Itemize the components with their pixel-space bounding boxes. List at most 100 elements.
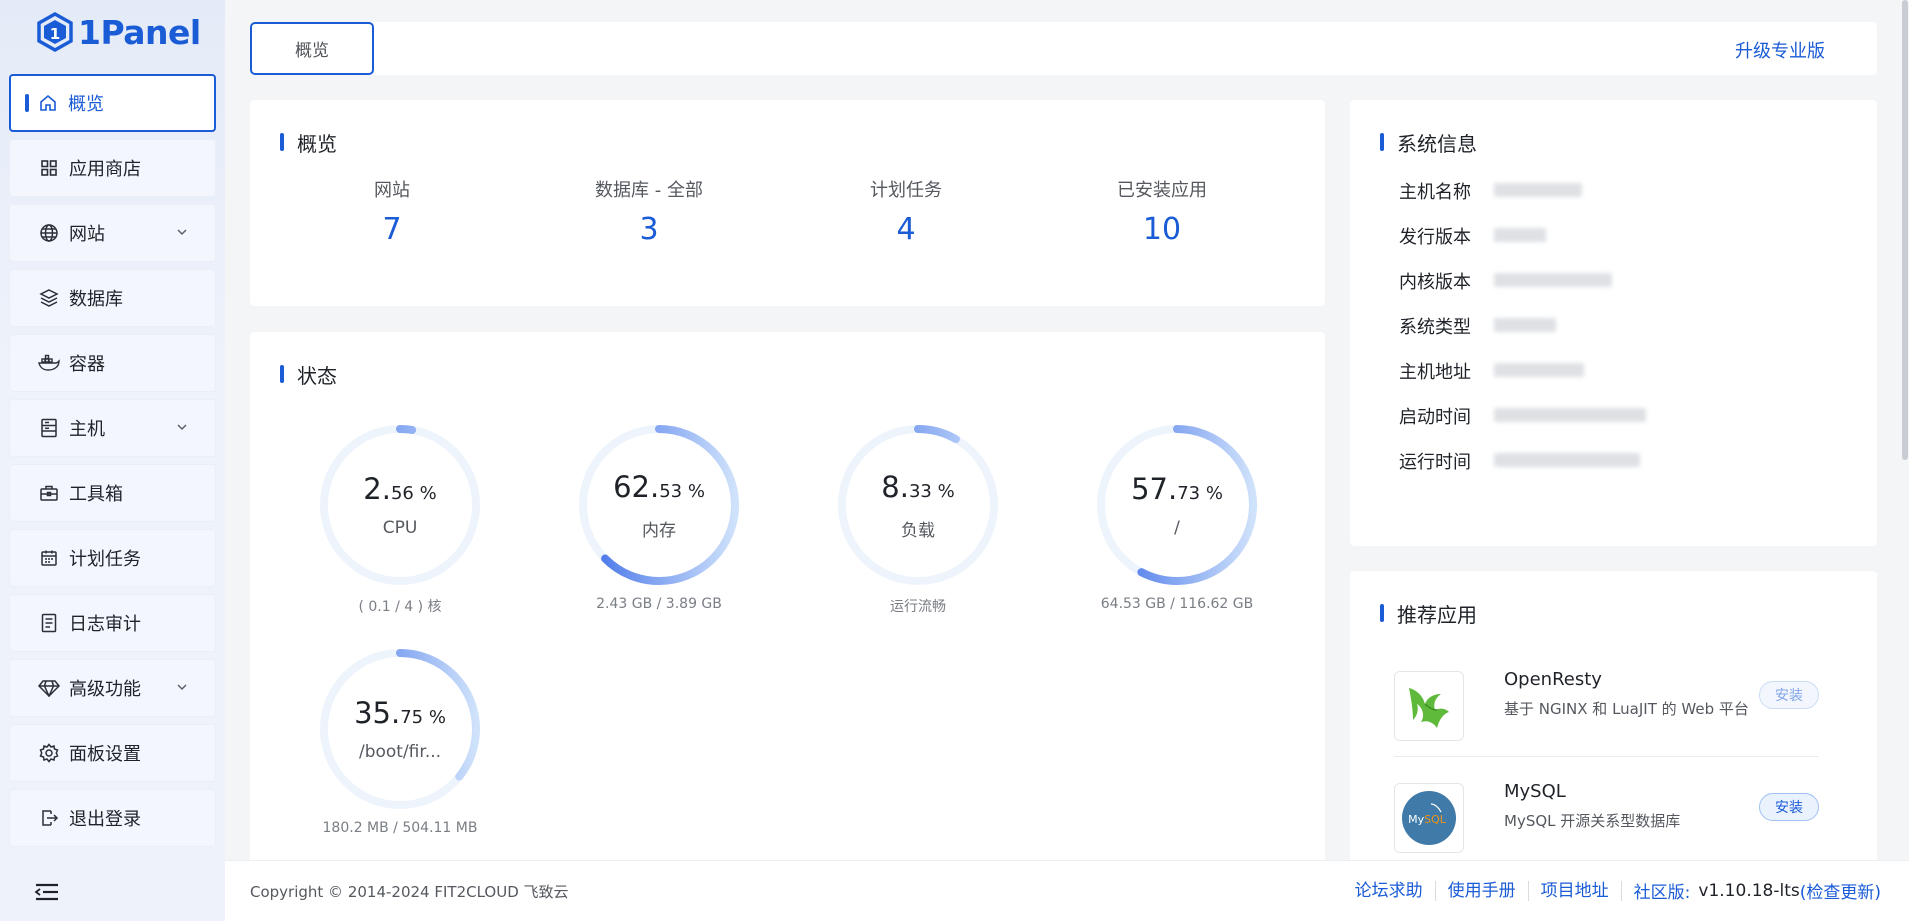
stat-label: 网站: [374, 180, 410, 201]
sidebar-item-label: 主机: [69, 419, 105, 440]
stat-value[interactable]: 3: [519, 212, 779, 247]
stat-label: 计划任务: [870, 180, 942, 201]
gauge-percent: 57.73 %: [1131, 472, 1223, 506]
stat-value[interactable]: 7: [262, 212, 522, 247]
info-row-hostname: 主机名称: [1399, 178, 1582, 204]
gauge-percent: 62.53 %: [613, 469, 705, 504]
logo-badge-icon: 1: [37, 12, 73, 52]
app-description: MySQL 开源关系型数据库: [1504, 812, 1681, 830]
check-update-link[interactable]: (检查更新): [1800, 878, 1881, 903]
tab-overview[interactable]: 概览: [250, 22, 374, 75]
stat-databases[interactable]: 数据库 - 全部 3: [519, 176, 779, 247]
version-text: v1.10.18-lts: [1698, 880, 1800, 901]
gauge-load[interactable]: 8.33 % 负载 运行流畅: [798, 420, 1038, 616]
sidebar-item-containers[interactable]: 容器: [9, 334, 216, 392]
redacted-value: [1494, 408, 1646, 422]
upgrade-pro-link[interactable]: 升级专业版: [1735, 37, 1825, 63]
gauge-detail: 运行流畅: [890, 599, 946, 615]
gauge-percent: 8.33 %: [881, 469, 955, 504]
project-link[interactable]: 项目地址: [1529, 880, 1622, 901]
sidebar-item-label: 数据库: [69, 289, 123, 310]
sidebar-item-settings[interactable]: 面板设置: [9, 724, 216, 782]
gauge-name: /boot/fir...: [358, 742, 442, 762]
app-item-openresty[interactable]: OpenResty 基于 NGINX 和 LuaJIT 的 Web 平台 安装: [1394, 657, 1819, 757]
app-item-mysql[interactable]: MySQL MySQL MySQL 开源关系型数据库 安装: [1394, 769, 1819, 869]
install-button[interactable]: 安装: [1759, 793, 1819, 821]
openresty-logo-icon: [1394, 671, 1464, 741]
copyright-text: Copyright © 2014-2024 FIT2CLOUD 飞致云: [250, 883, 569, 901]
footer: Copyright © 2014-2024 FIT2CLOUD 飞致云 论坛求助…: [225, 860, 1909, 921]
info-row-kernel: 内核版本: [1399, 268, 1612, 294]
gauge-disk-root[interactable]: 57.73 % / 64.53 GB / 116.62 GB: [1057, 420, 1297, 612]
stat-websites[interactable]: 网站 7: [262, 176, 522, 247]
sidebar-item-websites[interactable]: 网站: [9, 204, 216, 262]
install-button[interactable]: 安装: [1759, 681, 1819, 709]
app-name: MySQL: [1504, 781, 1566, 802]
sidebar-item-label: 应用商店: [69, 159, 141, 180]
chevron-down-icon[interactable]: [175, 420, 189, 434]
scrollbar-thumb[interactable]: [1902, 0, 1908, 460]
stat-value[interactable]: 10: [1032, 212, 1292, 247]
overview-title: 概览: [280, 128, 337, 157]
svg-text:MySQL: MySQL: [1408, 813, 1447, 826]
gauge-memory[interactable]: 62.53 % 内存 2.43 GB / 3.89 GB: [539, 420, 779, 612]
svg-text:1: 1: [50, 25, 60, 43]
overview-card: 概览 网站 7 数据库 - 全部 3 计划任务 4 已安装应用 10: [250, 100, 1325, 306]
sidebar-nav: 概览 应用商店 网站 数据库 容器 主机 工具箱 计划任务 日志审计 高级功能 …: [9, 74, 216, 854]
mysql-logo-icon: MySQL: [1394, 783, 1464, 853]
sidebar-item-label: 日志审计: [69, 614, 141, 635]
sidebar-item-toolbox[interactable]: 工具箱: [9, 464, 216, 522]
sidebar-item-label: 高级功能: [69, 679, 141, 700]
redacted-value: [1494, 273, 1612, 287]
chevron-down-icon[interactable]: [175, 680, 189, 694]
app-description: 基于 NGINX 和 LuaJIT 的 Web 平台: [1504, 700, 1749, 718]
topbar: 概览 升级专业版: [250, 22, 1877, 75]
gauge-name: /: [1174, 518, 1180, 538]
info-row-boot-time: 启动时间: [1399, 403, 1646, 429]
gauge-percent: 35.75 %: [354, 696, 446, 730]
system-info-title: 系统信息: [1380, 128, 1477, 157]
sidebar-item-label: 退出登录: [69, 809, 141, 830]
sidebar-item-label: 概览: [68, 94, 104, 115]
stat-installed-apps[interactable]: 已安装应用 10: [1032, 176, 1292, 247]
logo-text: 1Panel: [78, 12, 201, 52]
gauge-name: 负载: [901, 520, 935, 541]
collapse-menu-icon[interactable]: [34, 882, 60, 902]
stat-value[interactable]: 4: [776, 212, 1036, 247]
logo[interactable]: 1 1Panel: [36, 12, 201, 52]
status-title: 状态: [280, 360, 337, 389]
gauge-name: CPU: [382, 518, 418, 538]
diamond-icon: [38, 677, 60, 699]
sidebar-item-label: 面板设置: [69, 744, 141, 765]
redacted-value: [1494, 183, 1582, 197]
gauge-percent: 2.56 %: [363, 472, 437, 506]
sidebar-item-advanced[interactable]: 高级功能: [9, 659, 216, 717]
stat-cron-jobs[interactable]: 计划任务 4: [776, 176, 1036, 247]
redacted-value: [1494, 453, 1640, 467]
home-icon: [37, 92, 59, 114]
sidebar-item-database[interactable]: 数据库: [9, 269, 216, 327]
recommended-title: 推荐应用: [1380, 599, 1477, 628]
gauge-cpu[interactable]: 2.56 % CPU ( 0.1 / 4 ) 核: [280, 420, 520, 616]
gauge-disk-boot[interactable]: 35.75 % /boot/fir... 180.2 MB / 504.11 M…: [280, 644, 520, 836]
recommended-apps-card: 推荐应用 OpenResty 基于 NGINX 和 LuaJIT 的 Web 平…: [1350, 571, 1877, 871]
info-row-uptime: 运行时间: [1399, 448, 1640, 474]
forum-link[interactable]: 论坛求助: [1343, 880, 1436, 901]
sidebar-item-label: 容器: [69, 354, 105, 375]
footer-links: 论坛求助 使用手册 项目地址 社区版: v1.10.18-lts (检查更新): [1343, 878, 1881, 903]
sidebar-item-app-store[interactable]: 应用商店: [9, 139, 216, 197]
sidebar-item-logout[interactable]: 退出登录: [9, 789, 216, 847]
page-scrollbar[interactable]: [1901, 0, 1909, 460]
log-icon: [38, 612, 60, 634]
sidebar-item-logs[interactable]: 日志审计: [9, 594, 216, 652]
gauge-detail: 2.43 GB / 3.89 GB: [596, 596, 722, 612]
gauge-detail: 64.53 GB / 116.62 GB: [1100, 596, 1254, 612]
stat-label: 数据库 - 全部: [595, 180, 703, 201]
globe-icon: [38, 222, 60, 244]
manual-link[interactable]: 使用手册: [1436, 880, 1529, 901]
sidebar-item-cron[interactable]: 计划任务: [9, 529, 216, 587]
chevron-down-icon[interactable]: [175, 225, 189, 239]
sidebar-item-host[interactable]: 主机: [9, 399, 216, 457]
sidebar-item-overview[interactable]: 概览: [9, 74, 216, 132]
docker-icon: [38, 352, 60, 374]
